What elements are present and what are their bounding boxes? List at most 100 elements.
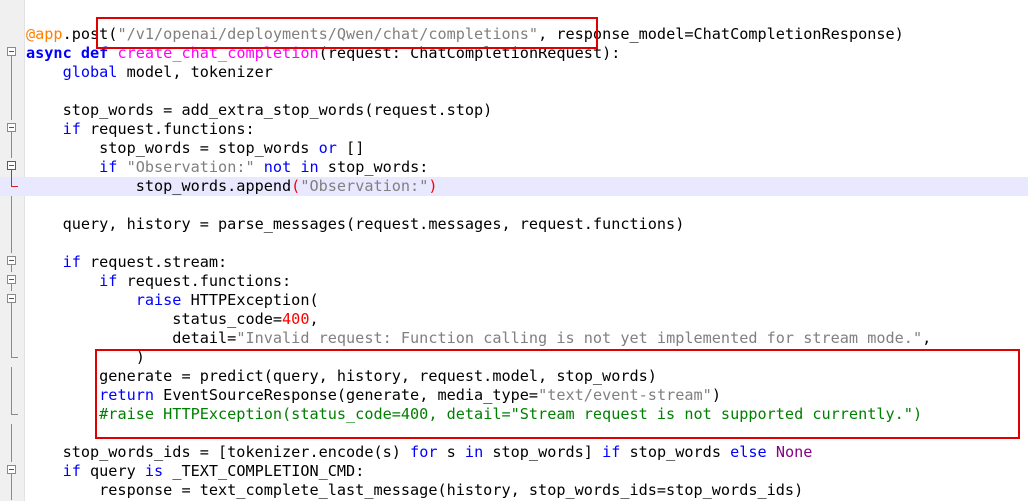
fold-toggle-icon[interactable]	[0, 253, 24, 272]
code-token: .	[62, 25, 72, 43]
code-text: if request.functions:	[26, 272, 291, 291]
code-token: ,	[309, 310, 319, 328]
code-line[interactable]	[0, 82, 1028, 101]
code-token: stop_words = stop_words	[26, 139, 319, 157]
fold-toggle-icon[interactable]	[0, 462, 24, 481]
fold-marker	[0, 101, 24, 120]
code-token: request.stream:	[80, 253, 228, 271]
code-text: response = text_complete_last_message(hi…	[26, 481, 803, 500]
code-token: s	[437, 443, 465, 461]
code-token: @app	[26, 25, 63, 43]
fold-marker	[0, 386, 24, 405]
fold-marker	[0, 177, 24, 196]
code-line[interactable]: query, history = parse_messages(request.…	[0, 215, 1028, 234]
code-line[interactable]: stop_words = add_extra_stop_words(reques…	[0, 101, 1028, 120]
code-token: if	[602, 443, 621, 461]
code-line[interactable]: raise HTTPException(	[0, 291, 1028, 310]
code-token: "Invalid request: Function calling is no…	[236, 329, 923, 347]
fold-toggle-icon[interactable]	[0, 158, 24, 177]
code-text: stop_words.append("Observation:")	[26, 177, 438, 196]
fold-marker	[0, 196, 24, 215]
code-token: if	[62, 462, 81, 480]
code-line[interactable]: detail="Invalid request: Function callin…	[0, 329, 1028, 348]
code-token: _TEXT_COMPLETION_CMD:	[163, 462, 365, 480]
code-token: if	[62, 120, 81, 138]
code-text: if request.stream:	[26, 253, 228, 272]
fold-marker	[0, 310, 24, 329]
code-token: HTTPException(	[181, 291, 319, 309]
fold-marker	[0, 25, 24, 44]
code-line[interactable]	[0, 234, 1028, 253]
code-line[interactable]: global model, tokenizer	[0, 63, 1028, 82]
code-token: ,	[922, 329, 932, 347]
code-editor[interactable]: @app.post("/v1/openai/deployments/Qwen/c…	[0, 0, 1028, 501]
code-text: if query is _TEXT_COMPLETION_CMD:	[26, 462, 365, 481]
fold-marker	[0, 234, 24, 253]
code-token: stop_words_ids = [tokenizer.encode(s)	[26, 443, 411, 461]
code-token: stop_words = add_extra_stop_words(reques…	[26, 101, 493, 119]
fold-marker	[0, 63, 24, 82]
code-token: not in	[263, 158, 319, 176]
code-line[interactable]: if request.stream:	[0, 253, 1028, 272]
fold-toggle-icon[interactable]	[0, 291, 24, 310]
fold-marker	[0, 215, 24, 234]
code-line[interactable]: if request.functions:	[0, 272, 1028, 291]
code-token: for	[410, 443, 438, 461]
fold-marker	[0, 405, 24, 424]
code-token: request.functions:	[80, 120, 255, 138]
code-line[interactable]: status_code=400,	[0, 310, 1028, 329]
code-text: detail="Invalid request: Function callin…	[26, 329, 931, 348]
code-line[interactable]: stop_words = stop_words or []	[0, 139, 1028, 158]
stream-block-highlight-box	[95, 349, 1020, 439]
code-token: response = text_complete_last_message(hi…	[26, 481, 804, 499]
code-token: or	[318, 139, 337, 157]
code-line[interactable]: if query is _TEXT_COMPLETION_CMD:	[0, 462, 1028, 481]
code-token: "Observation:"	[126, 158, 255, 176]
fold-toggle-icon[interactable]	[0, 44, 24, 63]
fold-marker	[0, 329, 24, 348]
code-token: status_code=	[26, 310, 283, 328]
code-token: "Observation:"	[300, 177, 429, 195]
code-token: model, tokenizer	[117, 63, 273, 81]
code-line[interactable]: if "Observation:" not in stop_words:	[0, 158, 1028, 177]
code-token: detail=	[26, 329, 237, 347]
code-token: request.functions:	[117, 272, 292, 290]
code-text: raise HTTPException(	[26, 291, 319, 310]
code-token: 400	[282, 310, 310, 328]
code-text: global model, tokenizer	[26, 63, 273, 82]
code-token: None	[775, 443, 813, 461]
code-line[interactable]: if request.functions:	[0, 120, 1028, 139]
code-token: if	[62, 253, 81, 271]
code-token: in	[464, 443, 484, 461]
code-token: if	[99, 158, 118, 176]
code-text: stop_words_ids = [tokenizer.encode(s) fo…	[26, 443, 813, 462]
code-token: else	[730, 443, 767, 461]
code-token: is	[144, 462, 164, 480]
code-line[interactable]: stop_words.append("Observation:")	[0, 177, 1028, 196]
code-token: if	[99, 272, 118, 290]
code-token: async	[26, 44, 72, 62]
fold-marker	[0, 348, 24, 367]
fold-marker	[0, 481, 24, 500]
fold-marker	[0, 82, 24, 101]
fold-toggle-icon[interactable]	[0, 120, 24, 139]
code-token: stop_words:	[318, 158, 429, 176]
fold-toggle-icon[interactable]	[0, 272, 24, 291]
code-text: status_code=400,	[26, 310, 319, 329]
code-line[interactable]	[0, 196, 1028, 215]
code-line[interactable]: response = text_complete_last_message(hi…	[0, 481, 1028, 500]
fold-marker	[0, 443, 24, 462]
code-token: global	[62, 63, 118, 81]
code-line[interactable]: stop_words_ids = [tokenizer.encode(s) fo…	[0, 443, 1028, 462]
code-text: if request.functions:	[26, 120, 255, 139]
